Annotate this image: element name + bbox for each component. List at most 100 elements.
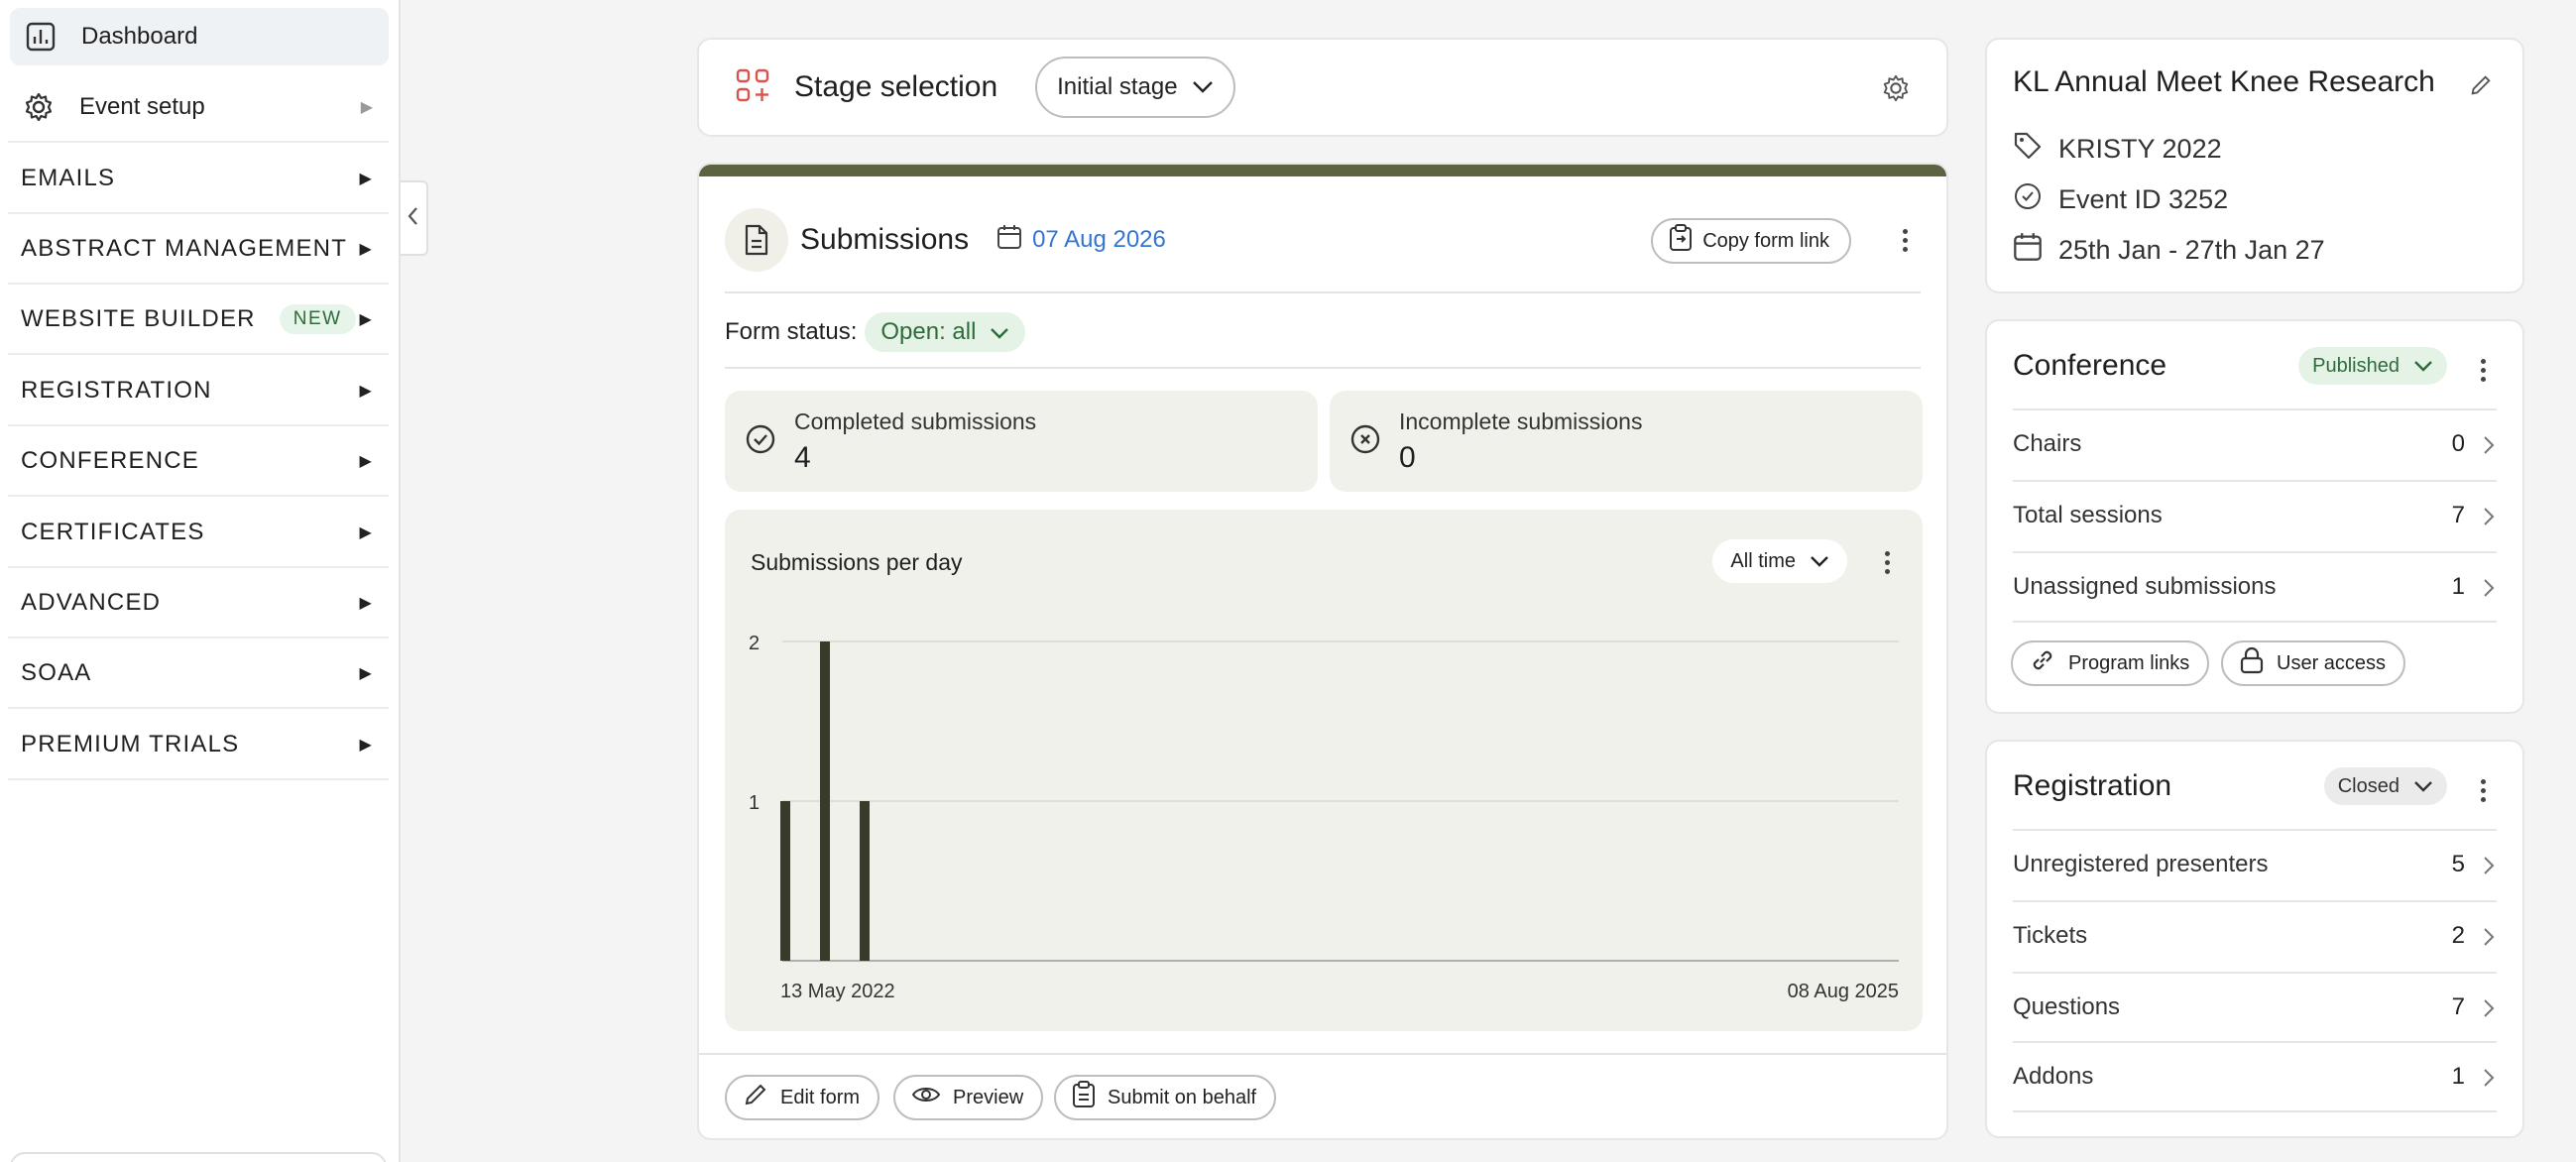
form-status-dropdown[interactable]: Open: all [865,312,1026,352]
form-status-value: Open: all [880,318,977,345]
submissions-more-icon[interactable] [1895,225,1915,255]
submissions-date-link[interactable]: 07 Aug 2026 [996,224,1166,257]
conference-status-dropdown[interactable]: Published [2298,347,2447,385]
sidebar-item-label: ADVANCED [21,589,162,616]
conference-status: Published [2312,354,2400,377]
user-access-label: User access [2277,651,2387,674]
registration-more-icon[interactable] [2473,775,2493,805]
program-links-button[interactable]: Program links [2011,640,2210,686]
stage-settings-gear-icon[interactable] [1881,73,1911,108]
incomplete-submissions-label: Incomplete submissions [1399,407,1643,434]
clipboard-icon [1669,224,1693,258]
sidebar: Dashboard Event setup ▶ EMAILS ▶ ABSTRAC… [0,0,401,1162]
registration-row-tickets[interactable]: Tickets 2 [2013,900,2497,970]
sidebar-item-advanced[interactable]: ADVANCED ▶ [8,569,389,639]
submissions-card: Submissions 07 Aug 2026 Copy form link F… [697,163,1948,1140]
conference-row-chairs[interactable]: Chairs 0 [2013,408,2497,478]
sidebar-item-label: CONFERENCE [21,447,200,474]
row-label: Unregistered presenters [2013,851,2269,877]
user-access-button[interactable]: User access [2221,640,2406,686]
event-id-row: Event ID 3252 [2013,181,2228,218]
sidebar-item-conference[interactable]: CONFERENCE ▶ [8,427,389,497]
conference-row-total-sessions[interactable]: Total sessions 7 [2013,480,2497,549]
sidebar-item-abstract-management[interactable]: ABSTRACT MANAGEMENT ▶ [8,215,389,285]
link-icon [2029,646,2056,680]
sidebar-bottom-button[interactable] [10,1152,387,1162]
document-icon [725,208,788,272]
expand-arrow-icon: ▶ [359,737,373,754]
chevron-right-icon [2483,506,2495,533]
chevron-right-icon [2483,1067,2495,1095]
sidebar-item-event-setup[interactable]: Event setup ▶ [8,73,389,143]
row-label: Chairs [2013,430,2082,457]
form-status-label: Form status: [725,318,858,345]
sidebar-item-soaa[interactable]: SOAA ▶ [8,639,389,709]
copy-form-link-button[interactable]: Copy form link [1651,218,1851,264]
sidebar-item-label: REGISTRATION [21,377,212,404]
chevron-down-icon [2413,775,2433,798]
edit-form-button[interactable]: Edit form [725,1075,880,1120]
chevron-left-icon [407,205,420,232]
calendar-icon [996,224,1022,257]
stage-icon [735,67,770,108]
divider [2013,1110,2497,1112]
chevron-down-icon [990,318,1009,346]
row-label: Total sessions [2013,502,2163,528]
row-value: 5 [2451,851,2465,877]
eye-icon [911,1084,941,1111]
conference-more-icon[interactable] [2473,355,2493,385]
lock-icon [2239,646,2265,680]
completed-submissions-value: 4 [794,440,811,474]
sidebar-item-label: PREMIUM TRIALS [21,731,240,757]
divider [2013,621,2497,623]
sidebar-item-certificates[interactable]: CERTIFICATES ▶ [8,499,389,568]
incomplete-submissions-box: Incomplete submissions 0 [1330,391,1923,492]
row-value: 2 [2451,922,2465,949]
edit-form-label: Edit form [780,1086,861,1108]
row-label: Tickets [2013,922,2088,949]
sidebar-item-label: Dashboard [81,23,198,50]
chart-more-icon[interactable] [1877,547,1897,577]
event-id: Event ID 3252 [2058,184,2229,214]
collapse-sidebar-button[interactable] [401,180,428,256]
conference-card: Conference Published Chairs 0 Total sess… [1985,319,2524,714]
conference-title: Conference [2013,349,2167,382]
copy-form-link-label: Copy form link [1702,229,1829,252]
expand-arrow-icon: ▶ [359,453,373,470]
bar-chart-icon [24,20,58,54]
sidebar-item-premium-trials[interactable]: PREMIUM TRIALS ▶ [8,711,389,780]
sidebar-item-website-builder[interactable]: WEBSITE BUILDER NEW ▶ [8,286,389,355]
clipboard-icon [1072,1081,1096,1114]
submit-on-behalf-button[interactable]: Submit on behalf [1054,1075,1277,1120]
stage-dropdown-value: Initial stage [1057,73,1178,100]
expand-arrow-icon: ▶ [359,171,373,187]
sidebar-item-dashboard[interactable]: Dashboard [10,8,389,65]
registration-status-dropdown[interactable]: Closed [2323,767,2447,805]
row-label: Unassigned submissions [2013,573,2277,600]
chart-range-value: All time [1730,549,1796,572]
sidebar-item-label: EMAILS [21,165,116,191]
sidebar-item-emails[interactable]: EMAILS ▶ [8,145,389,214]
preview-button[interactable]: Preview [893,1075,1044,1120]
chart-range-dropdown[interactable]: All time [1712,539,1847,583]
chart-x-start-label: 13 May 2022 [780,981,895,1002]
sidebar-item-label: ABSTRACT MANAGEMENT [21,235,348,262]
stage-dropdown[interactable]: Initial stage [1035,57,1235,118]
event-dates: 25th Jan - 27th Jan 27 [2058,235,2325,265]
edit-pencil-icon[interactable] [2469,73,2493,102]
sidebar-item-registration[interactable]: REGISTRATION ▶ [8,357,389,426]
submissions-chart: 1 2 13 May 2022 08 Aug 2025 Submissions per… [725,510,1923,1031]
completed-submissions-label: Completed submissions [794,407,1037,434]
footer-divider [699,1053,1946,1055]
event-tag-row: KRISTY 2022 [2013,131,2222,168]
chevron-right-icon [2483,577,2495,605]
stage-accent-bar [699,165,1946,176]
conference-row-unassigned[interactable]: Unassigned submissions 1 [2013,551,2497,621]
row-label: Questions [2013,993,2121,1020]
registration-card: Registration Closed Unregistered present… [1985,740,2524,1138]
registration-row-unregistered[interactable]: Unregistered presenters 5 [2013,829,2497,898]
sidebar-item-label: CERTIFICATES [21,519,205,545]
registration-row-questions[interactable]: Questions 7 [2013,972,2497,1041]
registration-row-addons[interactable]: Addons 1 [2013,1041,2497,1110]
submissions-header: Submissions 07 Aug 2026 Copy form link [725,208,1921,272]
